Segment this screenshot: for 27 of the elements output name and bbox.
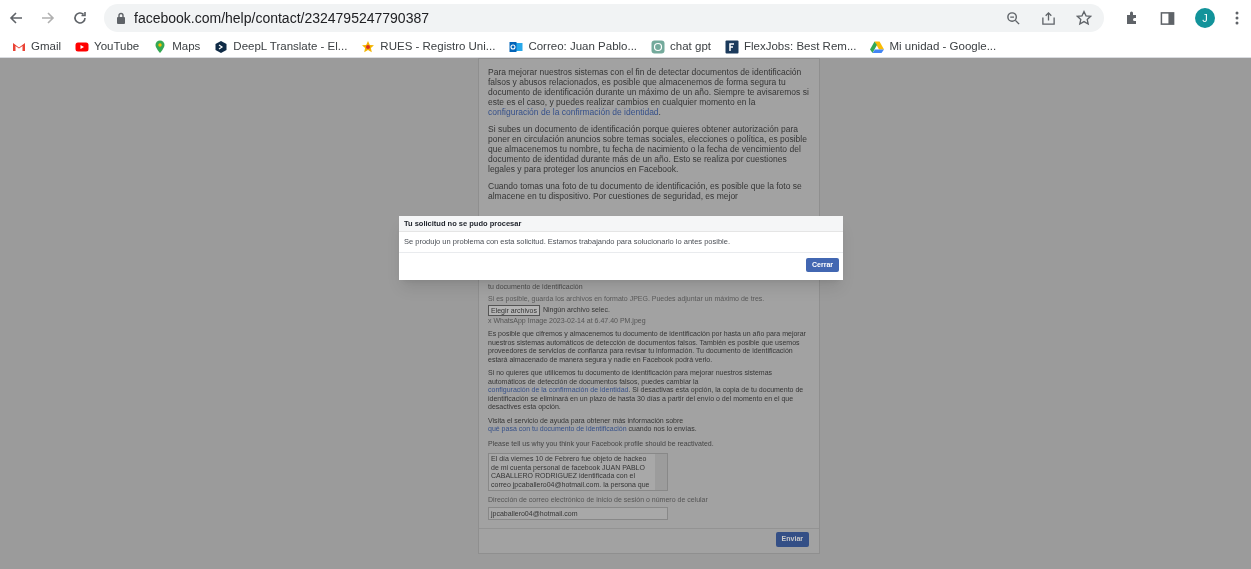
- bookmark[interactable]: Maps: [153, 37, 201, 56]
- paragraph: Cuando tomas una foto de tu documento de identificación, es posible que la foto se almacene en tu dispositivo. Por cuestiones de seguridad, es mejor: [488, 181, 803, 201]
- bookmark[interactable]: FlexJobs: Best Rem...: [725, 37, 857, 56]
- paragraph: Para mejorar nuestros sistemas con el fin de detectar documentos de identificación falsos y abusos relacionados, es posible que almacenemos de forma segura tu documento de identificación durante un máximo de un año. Siempre te avisaremos si este es el caso, y puedes realizar cambios en cualquier momento en la configuración de la confirmación de identidad.: [488, 67, 810, 117]
- star-icon: [361, 39, 376, 54]
- back-icon[interactable]: [8, 10, 24, 26]
- address-bar[interactable]: facebook.com/help/contact/2324795247790387: [104, 4, 1104, 32]
- triangle-icon: [870, 39, 885, 54]
- bookmark[interactable]: Mi unidad - Google...: [870, 37, 997, 56]
- reload-icon[interactable]: [72, 10, 88, 26]
- paragraph: Si subes un documento de identificación porque quieres obtener autorización para poner en circulación anuncios sobre temas sociales, elecciones o política, es posible que almacenemos tu nombre, tu fecha de nacimiento o la fecha de vencimiento del documento de identidad durante más de un año. Esto se realiza por cuestiones legales y para proteger los anuncios en Facebook.: [488, 124, 808, 174]
- lock-icon: [116, 12, 126, 24]
- hexagon-icon: [214, 39, 229, 54]
- menu-icon[interactable]: [1235, 10, 1239, 26]
- url-text: facebook.com/help/contact/2324795247790387: [134, 8, 429, 28]
- star-icon[interactable]: [1076, 10, 1092, 26]
- bookmark[interactable]: chat gpt: [651, 37, 711, 56]
- bookmark[interactable]: Gmail: [12, 37, 62, 56]
- mail-icon: [509, 39, 524, 54]
- profile-avatar[interactable]: J: [1195, 8, 1215, 28]
- share-icon[interactable]: [1041, 10, 1056, 26]
- bookmark[interactable]: DeepL Translate - El...: [214, 37, 348, 56]
- side-panel-icon[interactable]: [1160, 10, 1175, 26]
- bookmark[interactable]: YouTube: [75, 37, 140, 56]
- bookmark[interactable]: Correo: Juan Pablo...: [509, 37, 638, 56]
- bookmark[interactable]: RUES - Registro Uni...: [361, 37, 496, 56]
- zoom-icon[interactable]: [1006, 10, 1021, 26]
